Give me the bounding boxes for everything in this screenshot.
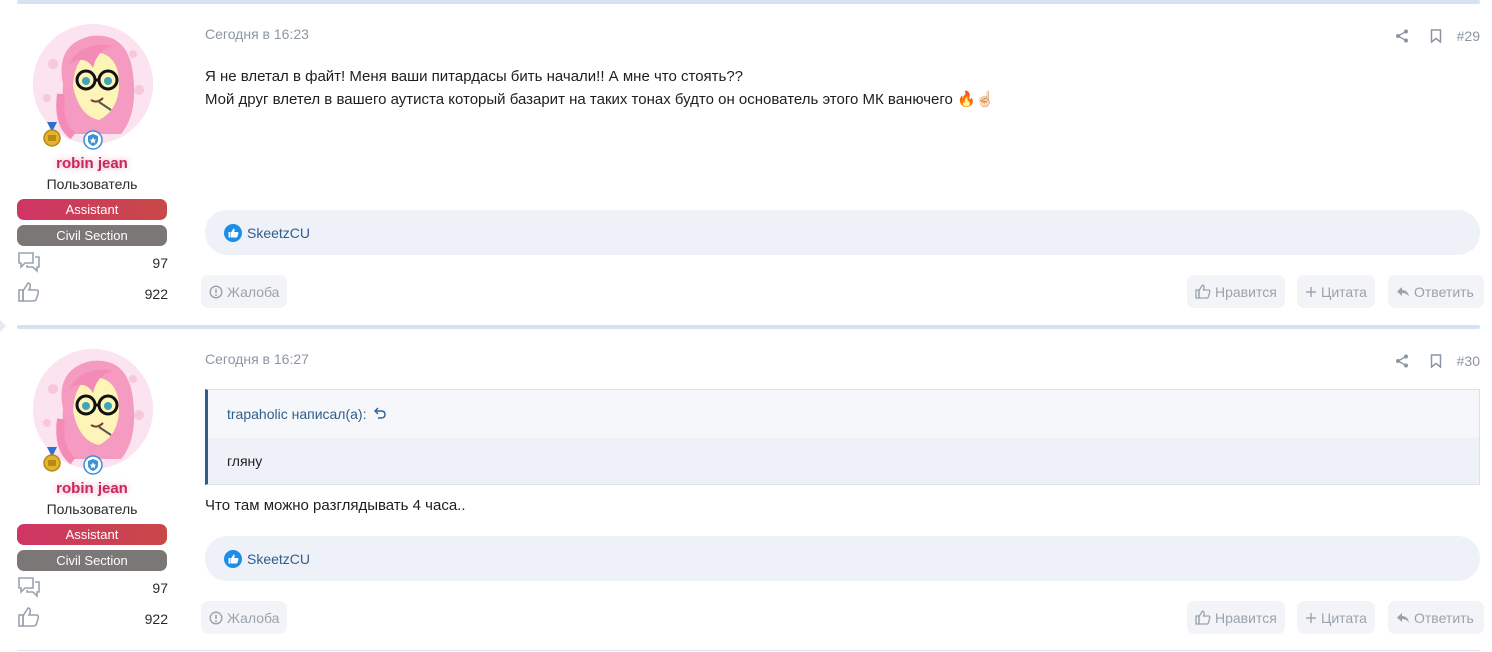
post-30: robin jean Пользователь Assistant Civil … xyxy=(0,325,1492,652)
quote-label: Цитата xyxy=(1321,609,1367,626)
assistant-banner: Assistant xyxy=(17,199,167,220)
reply-label: Ответить xyxy=(1414,283,1474,300)
medal-badge-icon xyxy=(43,122,61,147)
post-top-border xyxy=(17,0,1480,4)
emoji: 🔥☝🏻 xyxy=(957,90,995,108)
share-icon[interactable] xyxy=(1385,26,1419,46)
shield-badge-icon xyxy=(83,455,103,475)
quote-text: гляну xyxy=(208,438,1479,484)
civil-section-banner: Civil Section xyxy=(17,225,167,246)
message-count: 97 xyxy=(152,580,168,596)
report-button[interactable]: Жалоба xyxy=(201,275,288,308)
quote-header[interactable]: trapaholic написал(а): xyxy=(208,390,1479,438)
thumbs-up-icon xyxy=(18,607,40,627)
report-label: Жалоба xyxy=(227,609,280,626)
post-top-actions: #30 xyxy=(1385,351,1480,371)
reply-arrow-icon xyxy=(1397,612,1409,623)
medal-badge-icon xyxy=(43,447,61,472)
assistant-banner: Assistant xyxy=(17,524,167,545)
thumbs-up-icon xyxy=(1195,284,1211,299)
reaction-score: 922 xyxy=(144,286,168,302)
quote-label: Цитата xyxy=(1321,283,1367,300)
user-title: Пользователь xyxy=(46,176,138,192)
post-message: Я не влетал в файт! Меня ваши питардасы … xyxy=(205,66,1465,111)
bookmark-icon[interactable] xyxy=(1419,26,1453,46)
post-top-border xyxy=(17,325,1480,329)
speech-bubbles-icon xyxy=(18,252,40,273)
like-button[interactable]: Нравится xyxy=(1187,601,1285,634)
message-line: Мой друг влетел в вашего аутиста который… xyxy=(205,88,1465,111)
user-title: Пользователь xyxy=(46,501,138,517)
post-29: robin jean Пользователь Assistant Civil … xyxy=(0,0,1492,325)
alert-circle-icon xyxy=(209,284,223,299)
message-line-text: Мой друг влетел в вашего аутиста который… xyxy=(205,91,953,108)
reply-button[interactable]: Ответить xyxy=(1388,601,1484,634)
quote-button[interactable]: Цитата xyxy=(1297,601,1375,634)
post-date[interactable]: Сегодня в 16:23 xyxy=(205,26,309,42)
reply-label: Ответить xyxy=(1414,609,1474,626)
plus-icon xyxy=(1306,286,1316,297)
reactor-name[interactable]: SkeetzCU xyxy=(247,225,310,241)
like-label: Нравится xyxy=(1215,609,1277,626)
like-label: Нравится xyxy=(1215,283,1277,300)
post-date[interactable]: Сегодня в 16:27 xyxy=(205,351,309,367)
bookmark-icon[interactable] xyxy=(1419,351,1453,371)
quote-author[interactable]: trapaholic написал(а): xyxy=(227,406,366,422)
post-bottom-border xyxy=(17,650,1480,651)
username[interactable]: robin jean xyxy=(17,480,167,497)
plus-icon xyxy=(1306,612,1316,623)
post-number[interactable]: #30 xyxy=(1457,353,1480,369)
thumbs-up-icon xyxy=(18,282,40,302)
message-line: Я не влетал в файт! Меня ваши питардасы … xyxy=(205,68,744,85)
username[interactable]: robin jean xyxy=(17,155,167,172)
like-reaction-icon xyxy=(224,223,242,242)
post-top-actions: #29 xyxy=(1385,26,1480,46)
share-icon[interactable] xyxy=(1385,351,1419,371)
post-number[interactable]: #29 xyxy=(1457,28,1480,44)
shield-badge-icon xyxy=(83,130,103,150)
like-reaction-icon xyxy=(224,549,242,568)
report-label: Жалоба xyxy=(227,283,280,300)
civil-section-banner: Civil Section xyxy=(17,550,167,571)
reactions-bar[interactable]: SkeetzCU xyxy=(205,210,1480,255)
reactions-bar[interactable]: SkeetzCU xyxy=(205,536,1480,581)
alert-circle-icon xyxy=(209,610,223,625)
go-to-quote-icon[interactable] xyxy=(374,406,387,422)
reactor-name[interactable]: SkeetzCU xyxy=(247,551,310,567)
speech-bubbles-icon xyxy=(18,577,40,598)
like-button[interactable]: Нравится xyxy=(1187,275,1285,308)
thumbs-up-icon xyxy=(1195,610,1211,625)
reply-arrow-icon xyxy=(1397,286,1409,297)
report-button[interactable]: Жалоба xyxy=(201,601,288,634)
message-count: 97 xyxy=(152,255,168,271)
quote-block: trapaholic написал(а): гляну xyxy=(205,389,1480,485)
reply-button[interactable]: Ответить xyxy=(1388,275,1484,308)
quote-button[interactable]: Цитата xyxy=(1297,275,1375,308)
post-message: Что там можно разглядывать 4 часа.. xyxy=(205,495,1465,517)
message-line: Что там можно разглядывать 4 часа.. xyxy=(205,497,466,514)
reaction-score: 922 xyxy=(144,611,168,627)
